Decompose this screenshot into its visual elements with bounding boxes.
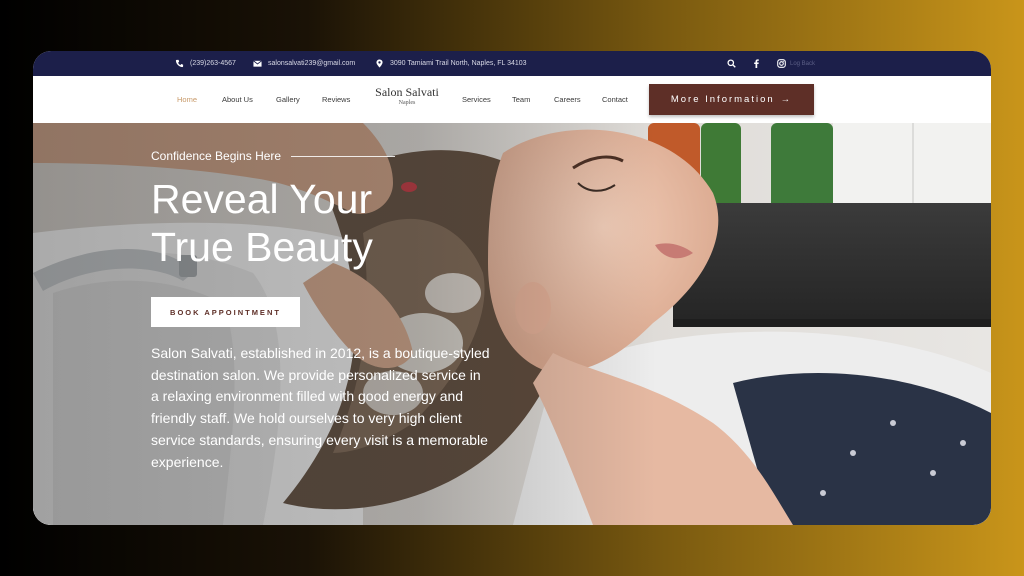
instagram-icon[interactable] xyxy=(777,59,786,68)
topbar-login-link[interactable]: Log Back xyxy=(790,61,815,67)
hero-headline: Reveal Your True Beauty xyxy=(151,175,511,271)
browser-frame: (239)263-4567 salonsalvati239@gmail.com … xyxy=(33,51,991,525)
more-information-button[interactable]: More Information → xyxy=(649,84,814,115)
hero-section: Confidence Begins Here Reveal Your True … xyxy=(33,123,991,525)
site-logo[interactable]: Salon Salvati Naples xyxy=(370,86,444,107)
main-navigation: Home About Us Gallery Reviews Salon Salv… xyxy=(33,76,991,123)
nav-item-contact[interactable]: Contact xyxy=(602,76,628,123)
address-contact[interactable]: 3090 Tamiami Trail North, Naples, FL 341… xyxy=(375,51,527,76)
envelope-icon xyxy=(253,59,262,68)
cta-label: More Information xyxy=(670,94,775,105)
street-address: 3090 Tamiami Trail North, Naples, FL 341… xyxy=(390,60,527,67)
hero-description: Salon Salvati, established in 2012, is a… xyxy=(151,345,490,470)
headline-line-1: Reveal Your xyxy=(151,176,373,222)
search-icon[interactable] xyxy=(727,59,736,68)
eyebrow-text: Confidence Begins Here xyxy=(151,149,282,163)
top-contact-bar: (239)263-4567 salonsalvati239@gmail.com … xyxy=(33,51,991,76)
location-pin-icon xyxy=(375,59,384,68)
arrow-right-icon: → xyxy=(780,94,793,105)
facebook-icon[interactable] xyxy=(752,59,761,68)
email-contact[interactable]: salonsalvati239@gmail.com xyxy=(253,51,355,76)
nav-item-services[interactable]: Services xyxy=(462,76,491,123)
nav-item-careers[interactable]: Careers xyxy=(554,76,581,123)
logo-subtitle: Naples xyxy=(398,100,416,106)
phone-icon xyxy=(175,59,184,68)
nav-item-about-us[interactable]: About Us xyxy=(222,76,253,123)
email-address: salonsalvati239@gmail.com xyxy=(268,60,356,67)
logo-title: Salon Salvati xyxy=(375,85,439,99)
eyebrow-divider xyxy=(291,155,396,157)
hero-eyebrow: Confidence Begins Here xyxy=(151,149,396,163)
nav-item-reviews[interactable]: Reviews xyxy=(322,76,350,123)
phone-number: (239)263-4567 xyxy=(190,60,236,67)
topbar-actions: Log Back xyxy=(727,51,815,76)
nav-item-gallery[interactable]: Gallery xyxy=(276,76,300,123)
nav-item-team[interactable]: Team xyxy=(512,76,530,123)
book-appointment-button[interactable]: BOOK APPOINTMENT xyxy=(151,297,300,327)
headline-line-2: True Beauty xyxy=(151,224,373,270)
phone-contact[interactable]: (239)263-4567 xyxy=(175,51,236,76)
nav-item-home[interactable]: Home xyxy=(177,76,197,123)
